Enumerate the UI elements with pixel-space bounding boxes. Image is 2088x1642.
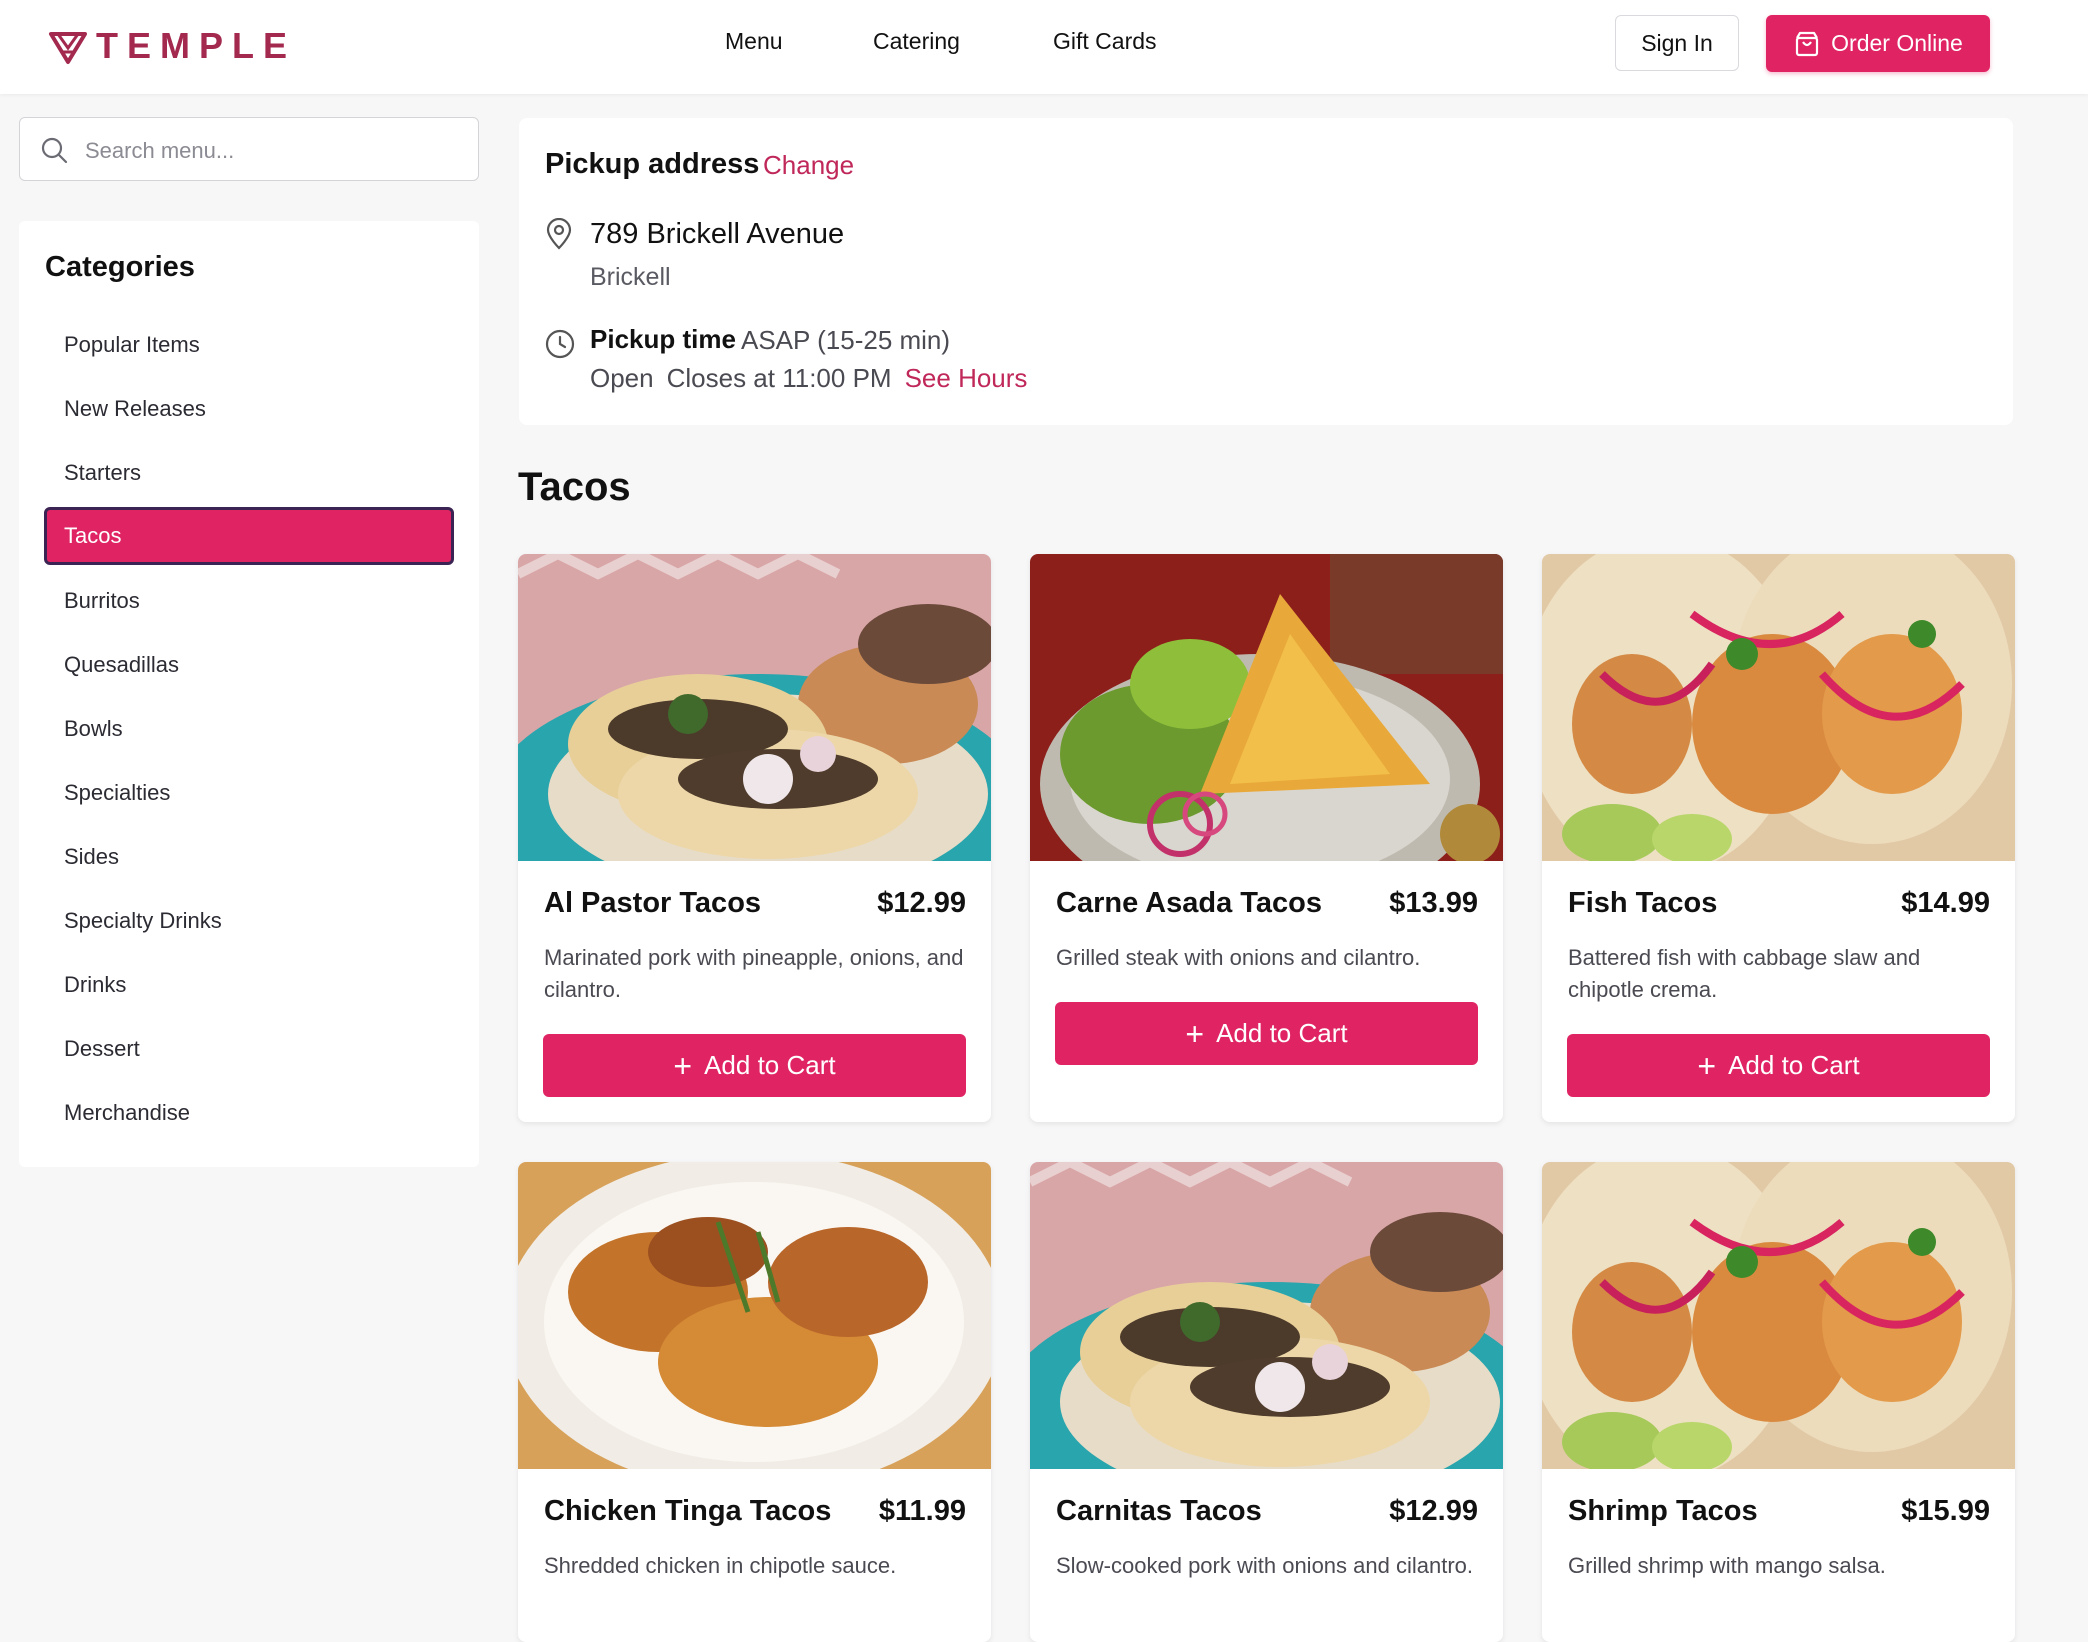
product-image [1542,554,2015,861]
pickup-address-label: Pickup address [545,148,760,180]
product-card-shrimp[interactable]: Shrimp Tacos $15.99 Grilled shrimp with … [1542,1162,2015,1642]
open-status: Open [590,363,654,393]
categories-title: Categories [45,251,195,283]
shrimp-tacos-photo [1542,1162,2015,1469]
sign-in-label: Sign In [1641,29,1713,56]
product-card-carne-asada[interactable]: Carne Asada Tacos $13.99 Grilled steak w… [1030,554,1503,1122]
taco-plate-photo [518,554,991,861]
plus-icon: + [1185,1015,1205,1052]
product-card-carnitas[interactable]: Carnitas Tacos $12.99 Slow-cooked pork w… [1030,1162,1503,1642]
category-merchandise[interactable]: Merchandise [44,1084,454,1142]
plus-icon: + [673,1047,693,1084]
closing-time: Closes at 11:00 PM [666,363,892,393]
product-name: Shrimp Tacos [1568,1495,1758,1527]
product-description: Slow-cooked pork with onions and cilantr… [1056,1553,1474,1578]
category-starters[interactable]: Starters [44,444,454,502]
chicken-plate-photo [518,1162,991,1469]
brand-logo[interactable]: TEMPLE [48,22,296,70]
empanada-plate-photo [1030,554,1503,861]
product-name: Carne Asada Tacos [1056,887,1322,919]
product-card-al-pastor[interactable]: Al Pastor Tacos $12.99 Marinated pork wi… [518,554,991,1122]
category-quesadillas[interactable]: Quesadillas [44,636,454,694]
product-image [1030,1162,1503,1469]
pickup-time-label: Pickup time [590,324,736,354]
sign-in-button[interactable]: Sign In [1615,15,1739,71]
nav-catering[interactable]: Catering [873,28,960,55]
logo-text: TEMPLE [96,25,297,66]
temple-logo-icon [49,32,87,64]
pickup-time-value: ASAP (15-25 min) [741,325,951,355]
category-sides[interactable]: Sides [44,828,454,886]
categories-panel: Categories Popular Items New Releases St… [19,221,479,1167]
order-online-button[interactable]: Order Online [1766,15,1990,72]
clock-icon [545,329,575,359]
order-online-label: Order Online [1831,30,1963,56]
product-price: $11.99 [878,1495,966,1527]
category-burritos[interactable]: Burritos [44,572,454,630]
product-card-chicken-tinga[interactable]: Chicken Tinga Tacos $11.99 Shredded chic… [518,1162,991,1642]
product-price: $14.99 [1901,887,1990,919]
add-to-cart-label: Add to Cart [1728,1050,1860,1080]
add-to-cart-label: Add to Cart [1216,1018,1348,1048]
category-specialty-drinks[interactable]: Specialty Drinks [44,892,454,950]
fish-tacos-photo [1542,554,2015,861]
top-header: TEMPLE Menu Catering Gift Cards Sign In … [0,0,2088,94]
product-description: Grilled shrimp with mango salsa. [1568,1553,1886,1578]
pickup-card: Pickup address Change 789 Brickell Avenu… [519,118,2013,425]
search-box [19,117,479,181]
category-drinks[interactable]: Drinks [44,956,454,1014]
category-bowls[interactable]: Bowls [44,700,454,758]
add-to-cart-button[interactable]: + Add to Cart [1055,1002,1478,1065]
product-price: $15.99 [1901,1495,1990,1527]
add-to-cart-button[interactable]: + Add to Cart [543,1034,966,1097]
product-description: Grilled steak with onions and cilantro. [1056,945,1421,970]
nav-gift-cards[interactable]: Gift Cards [1053,28,1157,55]
category-tacos[interactable]: Tacos [44,507,454,565]
hours-row: Open Closes at 11:00 PM See Hours [590,363,1027,394]
address-line-2: Brickell [590,263,671,291]
product-name: Fish Tacos [1568,887,1718,919]
product-name: Al Pastor Tacos [544,887,762,919]
product-description: Marinated pork with pineapple, onions, a… [544,945,964,1002]
carnitas-plate-photo [1030,1162,1503,1469]
see-hours-link[interactable]: See Hours [905,363,1028,394]
product-description: Shredded chicken in chipotle sauce. [544,1553,897,1578]
address-line-1: 789 Brickell Avenue [590,218,845,250]
section-title: Tacos [518,465,631,509]
product-name: Chicken Tinga Tacos [544,1495,832,1527]
plus-icon: + [1697,1047,1717,1084]
category-dessert[interactable]: Dessert [44,1020,454,1078]
product-description: Battered fish with cabbage slaw and chip… [1568,945,1921,1002]
product-image [1542,1162,2015,1469]
category-new-releases[interactable]: New Releases [44,380,454,438]
product-image [1030,554,1503,861]
nav-menu[interactable]: Menu [725,28,783,55]
category-popular-items[interactable]: Popular Items [44,316,454,374]
shopping-bag-icon [1796,31,1819,56]
search-icon [41,137,68,164]
add-to-cart-label: Add to Cart [704,1050,836,1080]
product-image [518,1162,991,1469]
search-input[interactable] [83,128,467,174]
location-pin-icon [546,218,572,250]
product-price: $13.99 [1389,887,1478,919]
product-image [518,554,991,861]
change-address-link[interactable]: Change [763,150,854,181]
category-specialties[interactable]: Specialties [44,764,454,822]
product-price: $12.99 [1389,1495,1478,1527]
add-to-cart-button[interactable]: + Add to Cart [1567,1034,1990,1097]
product-card-fish[interactable]: Fish Tacos $14.99 Battered fish with cab… [1542,554,2015,1122]
product-name: Carnitas Tacos [1056,1495,1262,1527]
product-price: $12.99 [877,887,966,919]
